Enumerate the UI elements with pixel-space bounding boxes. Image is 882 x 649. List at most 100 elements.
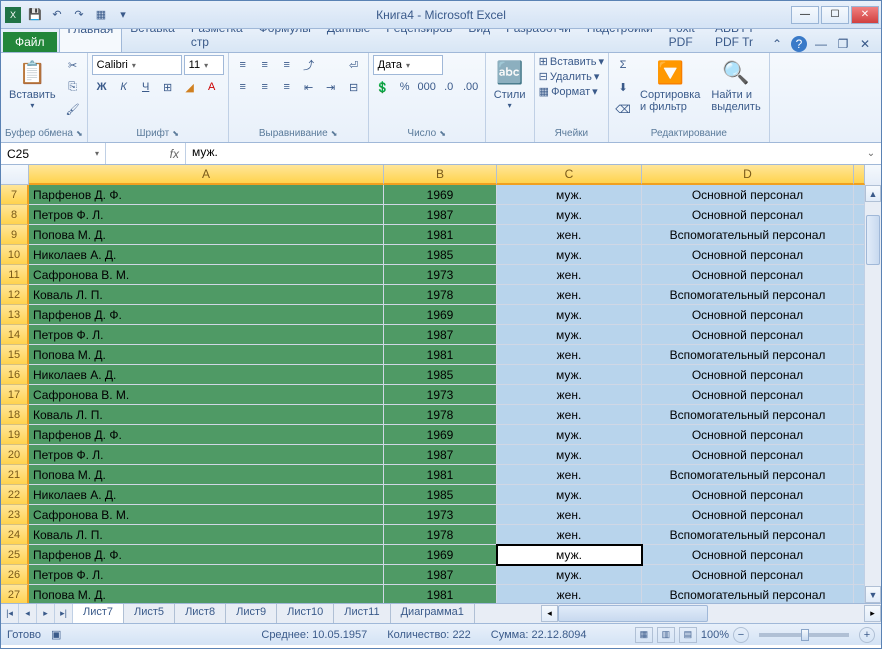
decimal-inc-button[interactable]: .0: [439, 77, 459, 97]
orientation-button[interactable]: ⤴: [299, 55, 319, 75]
cell[interactable]: 1973: [384, 265, 497, 285]
row-header[interactable]: 23: [1, 505, 29, 525]
scroll-down-button[interactable]: ▼: [865, 586, 881, 603]
minimize-button[interactable]: —: [791, 6, 819, 24]
column-header-c[interactable]: C: [497, 165, 642, 185]
cell[interactable]: Основной персонал: [642, 365, 854, 385]
paste-button[interactable]: 📋 Вставить ▾: [5, 55, 60, 112]
cell[interactable]: Вспомогательный персонал: [642, 285, 854, 305]
zoom-slider[interactable]: [759, 633, 849, 637]
row-header[interactable]: 25: [1, 545, 29, 565]
cell[interactable]: Парфенов Д. Ф.: [29, 185, 384, 205]
file-tab[interactable]: Файл: [3, 32, 57, 52]
sheet-tab[interactable]: Лист7: [73, 604, 124, 623]
cell[interactable]: Основной персонал: [642, 445, 854, 465]
cell[interactable]: 1973: [384, 505, 497, 525]
cell[interactable]: муж.: [497, 325, 642, 345]
column-header-d[interactable]: D: [642, 165, 854, 185]
cell[interactable]: Основной персонал: [642, 265, 854, 285]
align-left-button[interactable]: ≡: [233, 77, 253, 97]
cell[interactable]: муж.: [497, 245, 642, 265]
maximize-button[interactable]: ☐: [821, 6, 849, 24]
row-header[interactable]: 22: [1, 485, 29, 505]
cell[interactable]: муж.: [497, 365, 642, 385]
cell[interactable]: Коваль Л. П.: [29, 285, 384, 305]
cell[interactable]: Основной персонал: [642, 485, 854, 505]
cell[interactable]: Вспомогательный персонал: [642, 225, 854, 245]
cell[interactable]: Вспомогательный персонал: [642, 585, 854, 603]
cell[interactable]: муж.: [497, 205, 642, 225]
decimal-dec-button[interactable]: .00: [461, 77, 481, 97]
currency-button[interactable]: 💲: [373, 77, 393, 97]
border-button[interactable]: ⊞: [158, 77, 178, 97]
find-select-button[interactable]: 🔍 Найти и выделить: [707, 55, 764, 115]
font-name-combo[interactable]: Calibri▾: [92, 55, 182, 75]
alignment-dialog-icon[interactable]: ⬊: [331, 129, 338, 138]
clipboard-dialog-icon[interactable]: ⬊: [76, 129, 83, 138]
underline-button[interactable]: Ч: [136, 77, 156, 97]
cell[interactable]: 1985: [384, 365, 497, 385]
cell[interactable]: Николаев А. Д.: [29, 245, 384, 265]
format-painter-icon[interactable]: 🖌: [63, 99, 83, 119]
format-cells-button[interactable]: ▦ Формат ▾: [539, 85, 604, 98]
cell[interactable]: 1987: [384, 205, 497, 225]
row-header[interactable]: 20: [1, 445, 29, 465]
cell[interactable]: 1981: [384, 345, 497, 365]
cell[interactable]: Петров Ф. Л.: [29, 445, 384, 465]
sheet-nav-prev[interactable]: ◂: [19, 604, 37, 623]
fx-button[interactable]: fx: [106, 143, 186, 164]
row-header[interactable]: 17: [1, 385, 29, 405]
worksheet-grid[interactable]: A B C D 7Парфенов Д. Ф.1969муж.Основной …: [1, 165, 881, 603]
cell[interactable]: муж.: [497, 545, 642, 565]
vscroll-thumb[interactable]: [866, 215, 880, 265]
cell[interactable]: Вспомогательный персонал: [642, 525, 854, 545]
column-header-a[interactable]: A: [29, 165, 384, 185]
view-normal-button[interactable]: ▦: [635, 627, 653, 643]
cell[interactable]: 1987: [384, 445, 497, 465]
qat-dropdown-icon[interactable]: ▾: [113, 5, 133, 25]
cell[interactable]: жен.: [497, 585, 642, 603]
cell[interactable]: Парфенов Д. Ф.: [29, 305, 384, 325]
sheet-tab[interactable]: Лист5: [124, 604, 175, 623]
cell[interactable]: жен.: [497, 465, 642, 485]
cell[interactable]: Основной персонал: [642, 425, 854, 445]
cell[interactable]: муж.: [497, 305, 642, 325]
row-header[interactable]: 18: [1, 405, 29, 425]
cell[interactable]: 1969: [384, 185, 497, 205]
italic-button[interactable]: К: [114, 77, 134, 97]
cell[interactable]: жен.: [497, 385, 642, 405]
sort-filter-button[interactable]: 🔽 Сортировка и фильтр: [636, 55, 704, 115]
row-header[interactable]: 7: [1, 185, 29, 205]
cut-icon[interactable]: ✂: [63, 55, 83, 75]
sheet-tab[interactable]: Лист9: [226, 604, 277, 623]
ribbon-minimize-icon[interactable]: ⌃: [769, 36, 785, 52]
cell[interactable]: 1985: [384, 485, 497, 505]
formula-expand-icon[interactable]: ⌄: [861, 143, 881, 164]
font-size-combo[interactable]: 11▾: [184, 55, 224, 75]
row-header[interactable]: 27: [1, 585, 29, 603]
percent-button[interactable]: %: [395, 77, 415, 97]
cell[interactable]: муж.: [497, 485, 642, 505]
name-box[interactable]: C25▾: [1, 143, 106, 164]
undo-icon[interactable]: ↶: [47, 5, 67, 25]
cell[interactable]: 1985: [384, 245, 497, 265]
row-header[interactable]: 21: [1, 465, 29, 485]
cell[interactable]: муж.: [497, 185, 642, 205]
cell[interactable]: 1978: [384, 285, 497, 305]
doc-minimize-icon[interactable]: —: [813, 36, 829, 52]
sheet-tab[interactable]: Лист10: [277, 604, 334, 623]
insert-cells-button[interactable]: ⊞ Вставить ▾: [539, 55, 604, 68]
bold-button[interactable]: Ж: [92, 77, 112, 97]
qat-btn-4[interactable]: ▦: [91, 5, 111, 25]
cell[interactable]: жен.: [497, 345, 642, 365]
cell[interactable]: Парфенов Д. Ф.: [29, 545, 384, 565]
cell[interactable]: Попова М. Д.: [29, 465, 384, 485]
cell[interactable]: Основной персонал: [642, 305, 854, 325]
cell[interactable]: 1969: [384, 545, 497, 565]
vertical-scrollbar[interactable]: ▲ ▼: [864, 185, 881, 603]
column-header-b[interactable]: B: [384, 165, 497, 185]
styles-button[interactable]: 🔤 Стили ▾: [490, 55, 530, 112]
cell[interactable]: Основной персонал: [642, 245, 854, 265]
scroll-left-button[interactable]: ◂: [541, 605, 558, 622]
cell[interactable]: 1969: [384, 305, 497, 325]
